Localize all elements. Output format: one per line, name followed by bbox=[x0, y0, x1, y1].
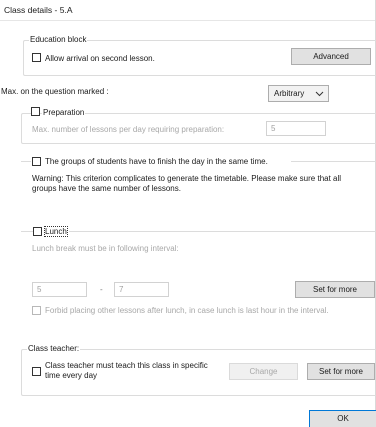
forbid-lessons-checkbox[interactable] bbox=[32, 306, 41, 315]
forbid-lessons-label: Forbid placing other lessons after lunch… bbox=[45, 306, 329, 315]
max-lessons-input[interactable]: 5 bbox=[266, 121, 326, 136]
lunch-to-input[interactable]: 7 bbox=[114, 282, 169, 297]
arbitrary-dropdown-value: Arbitrary bbox=[274, 89, 305, 98]
lunch-separator bbox=[21, 231, 33, 232]
groups-separator-right bbox=[291, 161, 376, 162]
max-lessons-label: Max. number of lessons per day requiring… bbox=[32, 125, 225, 134]
groups-warning-text: Warning: This criterion complicates to g… bbox=[32, 174, 342, 193]
preparation-checkbox[interactable] bbox=[31, 107, 40, 116]
education-block-label: Education block bbox=[29, 35, 88, 44]
lunch-separator-right bbox=[69, 231, 376, 232]
title-bar: Class details - 5.A bbox=[0, 0, 376, 21]
groups-separator bbox=[21, 161, 31, 162]
advanced-button[interactable]: Advanced bbox=[291, 48, 371, 65]
lunch-label: Lunch bbox=[44, 226, 68, 237]
lunch-interval-label: Lunch break must be in following interva… bbox=[32, 244, 179, 253]
ok-button[interactable]: OK bbox=[309, 410, 376, 427]
must-teach-label: Class teacher must teach this class in s… bbox=[45, 361, 208, 380]
class-teacher-label: Class teacher: bbox=[27, 344, 81, 353]
lunch-checkbox[interactable] bbox=[33, 227, 42, 236]
arbitrary-dropdown[interactable]: Arbitrary bbox=[268, 85, 329, 102]
preparation-label: Preparation bbox=[42, 108, 86, 117]
must-teach-checkbox[interactable] bbox=[32, 367, 41, 376]
groups-finish-checkbox[interactable] bbox=[32, 157, 41, 166]
chevron-down-icon bbox=[315, 86, 324, 106]
lunch-from-input[interactable]: 5 bbox=[32, 282, 87, 297]
window-title: Class details - 5.A bbox=[4, 5, 73, 15]
class-teacher-set-for-more-button[interactable]: Set for more bbox=[307, 363, 375, 380]
groups-finish-label: The groups of students have to finish th… bbox=[45, 157, 268, 166]
max-question-label: Max. on the question marked : bbox=[1, 87, 109, 96]
allow-arrival-label: Allow arrival on second lesson. bbox=[45, 54, 155, 63]
change-button[interactable]: Change bbox=[229, 363, 298, 380]
lunch-set-for-more-button[interactable]: Set for more bbox=[295, 281, 375, 298]
allow-arrival-checkbox[interactable] bbox=[32, 53, 41, 62]
lunch-range-dash: - bbox=[100, 285, 103, 294]
